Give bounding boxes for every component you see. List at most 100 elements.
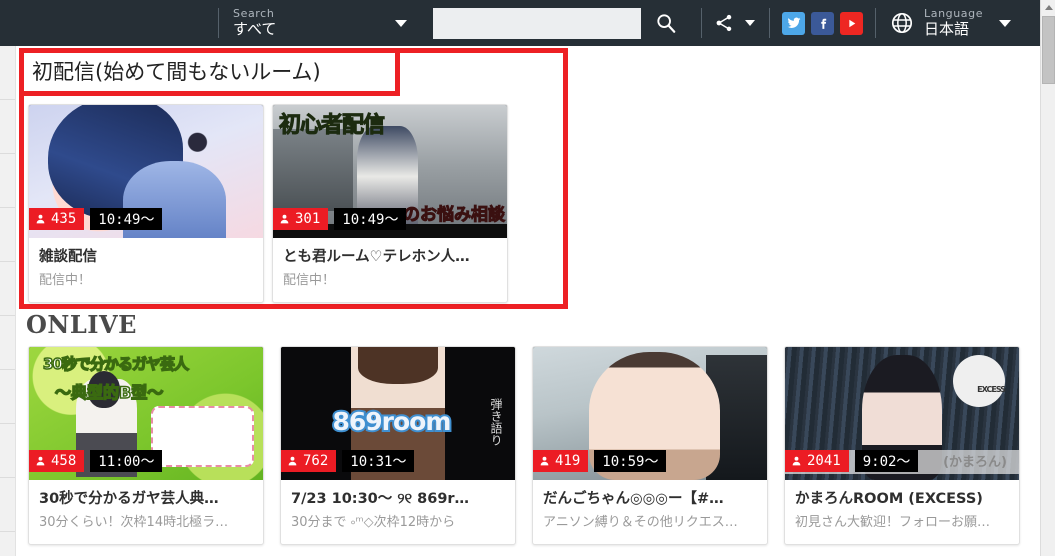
- viewer-count-badge: 419: [533, 450, 589, 472]
- viewer-count: 458: [51, 453, 77, 469]
- start-time-badge: 11:00〜: [90, 450, 163, 472]
- stream-card[interactable]: 30秒で分かるガヤ芸人 〜典型的B型〜 458 11:00〜 30秒で分かるガヤ…: [28, 346, 264, 545]
- stream-title: とも君ルーム♡テレホン人…: [283, 249, 470, 265]
- section-title-first-broadcast: 初配信(始めて間もないルーム): [32, 59, 321, 84]
- stream-title: 30秒で分かるガヤ芸人典…: [39, 491, 219, 507]
- thumbnail-badges: 419 10:59〜: [533, 450, 667, 472]
- chevron-down-icon: [999, 19, 1012, 27]
- search-input[interactable]: [433, 7, 641, 39]
- twitter-button[interactable]: [782, 11, 805, 35]
- search-icon: [657, 14, 676, 33]
- first-broadcast-card-row: 435 10:49〜 雑談配信 配信中！ 初心者配信 のお悩み相談 301 10…: [28, 104, 508, 303]
- header-left-spacer: [0, 0, 218, 46]
- triangle-up-icon: [1044, 5, 1053, 10]
- left-strip-segment: [0, 100, 15, 154]
- start-time-badge: 10:31〜: [342, 450, 415, 472]
- share-icon: [716, 14, 732, 32]
- thumbnail-overlay-bottom: (かまろん): [943, 455, 1007, 470]
- start-time-badge: 9:02〜: [854, 450, 919, 472]
- thumbnail-badges: 2041 9:02〜: [785, 450, 919, 472]
- card-meta: 30秒で分かるガヤ芸人典… 30分くらい！次枠14時北極ラ…: [29, 480, 263, 544]
- stream-thumbnail[interactable]: EXCESS (かまろん) 2041 9:02〜: [785, 347, 1019, 480]
- viewer-count-badge: 2041: [785, 450, 849, 472]
- share-button[interactable]: [702, 0, 769, 46]
- card-meta: かまろんROOM (EXCESS) 初見さん大歓迎！フォローお願…: [785, 480, 1019, 544]
- stream-title: だんごちゃん◎◎◎ー【#…: [543, 491, 724, 507]
- card-meta: 7/23 10:30〜 ୨୧ 869r… 30分まで ༚ᵐ◇次枠12時から: [281, 480, 515, 544]
- viewer-count-badge: 435: [29, 208, 85, 230]
- left-strip-segment: [0, 208, 15, 262]
- stream-title: かまろんROOM (EXCESS): [795, 491, 983, 507]
- stream-subtitle: 配信中！: [283, 273, 336, 288]
- language-selector[interactable]: Language 日本語: [876, 7, 1023, 39]
- facebook-button[interactable]: [811, 11, 834, 35]
- stream-subtitle: 30分くらい！次枠14時北極ラ…: [39, 515, 229, 530]
- person-icon: [540, 456, 549, 466]
- thumbnail-overlay-bottom: 〜典型的B型〜: [54, 382, 164, 403]
- left-strip-segment: [0, 316, 15, 370]
- stream-thumbnail[interactable]: 30秒で分かるガヤ芸人 〜典型的B型〜 458 11:00〜: [29, 347, 263, 480]
- viewer-count-badge: 762: [281, 450, 337, 472]
- social-links: [770, 11, 875, 35]
- youtube-icon: [849, 19, 856, 27]
- start-time-badge: 10:49〜: [90, 208, 163, 230]
- top-header-bar: Search すべて Language 日本語: [0, 0, 1040, 46]
- stream-thumbnail[interactable]: 初心者配信 のお悩み相談 301 10:49〜: [273, 105, 507, 238]
- stream-thumbnail[interactable]: 435 10:49〜: [29, 105, 263, 238]
- thumbnail-overlay-top: 初心者配信: [278, 113, 385, 139]
- stream-card[interactable]: 初心者配信 のお悩み相談 301 10:49〜 とも君ルーム♡テレホン人… 配信…: [272, 104, 508, 303]
- thumbnail-overlay-top: EXCESS: [977, 385, 1006, 394]
- left-strip-segment: [0, 424, 15, 478]
- stream-title: 7/23 10:30〜 ୨୧ 869r…: [291, 491, 470, 507]
- thumbnail-badges: 762 10:31〜: [281, 450, 415, 472]
- stream-thumbnail[interactable]: 419 10:59〜: [533, 347, 767, 480]
- scrollbar-thumb[interactable]: [1042, 16, 1055, 84]
- section-title-onlive: ONLIVE: [26, 310, 137, 339]
- thumbnail-badges: 301 10:49〜: [273, 208, 407, 230]
- thumbnail-overlay-bottom: のお悩み相談: [403, 205, 506, 226]
- twitter-icon: [787, 17, 800, 28]
- stream-card[interactable]: 435 10:49〜 雑談配信 配信中！: [28, 104, 264, 303]
- stream-title: 雑談配信: [39, 249, 97, 265]
- viewer-count: 435: [51, 211, 77, 227]
- left-strip-segment: [0, 370, 15, 424]
- person-icon: [792, 456, 801, 466]
- language-label: Language: [924, 7, 984, 20]
- start-time-badge: 10:49〜: [334, 208, 407, 230]
- stream-card[interactable]: 419 10:59〜 だんごちゃん◎◎◎ー【#… アニソン縛り＆その他リクエス…: [532, 346, 768, 545]
- search-filter-value: すべて: [233, 21, 277, 38]
- stream-subtitle: アニソン縛り＆その他リクエス…: [543, 515, 738, 530]
- left-strip-segment: [0, 262, 15, 316]
- vertical-scrollbar[interactable]: [1040, 0, 1055, 556]
- person-icon: [36, 456, 45, 466]
- viewer-count: 762: [303, 453, 329, 469]
- viewer-count: 419: [555, 453, 581, 469]
- card-meta: とも君ルーム♡テレホン人… 配信中！: [273, 238, 507, 302]
- language-text: Language 日本語: [924, 7, 983, 39]
- person-icon: [280, 214, 289, 224]
- stream-card[interactable]: 869room 弾き語り 762 10:31〜 7/23 10:30〜 ୨୧ 8…: [280, 346, 516, 545]
- thumbnail-overlay-top: 30秒で分かるガヤ芸人: [42, 354, 189, 374]
- stream-subtitle: 30分まで ༚ᵐ◇次枠12時から: [291, 515, 456, 530]
- stream-subtitle: 配信中！: [39, 273, 92, 288]
- search-button[interactable]: [643, 0, 689, 46]
- person-icon: [288, 456, 297, 466]
- onlive-card-row: 30秒で分かるガヤ芸人 〜典型的B型〜 458 11:00〜 30秒で分かるガヤ…: [28, 346, 1020, 545]
- thumbnail-overlay-top: 869room: [330, 405, 453, 438]
- thumbnail-badges: 458 11:00〜: [29, 450, 163, 472]
- stream-card[interactable]: EXCESS (かまろん) 2041 9:02〜 かまろんROOM (EXCES…: [784, 346, 1020, 545]
- left-strip-segment: [0, 46, 15, 100]
- language-value: 日本語: [924, 21, 970, 38]
- stream-thumbnail[interactable]: 869room 弾き語り 762 10:31〜: [281, 347, 515, 480]
- left-strip-segment: [0, 154, 15, 208]
- chevron-down-icon: [745, 20, 755, 26]
- viewer-count-badge: 458: [29, 450, 85, 472]
- viewer-count-badge: 301: [273, 208, 329, 230]
- youtube-button[interactable]: [840, 11, 863, 35]
- viewer-count: 2041: [807, 453, 841, 469]
- scroll-up-button[interactable]: [1041, 0, 1055, 15]
- left-strip-segment: [0, 478, 15, 532]
- search-filter-dropdown[interactable]: Search すべて: [219, 0, 419, 46]
- card-meta: 雑談配信 配信中！: [29, 238, 263, 302]
- search-filter-label: Search: [233, 7, 275, 20]
